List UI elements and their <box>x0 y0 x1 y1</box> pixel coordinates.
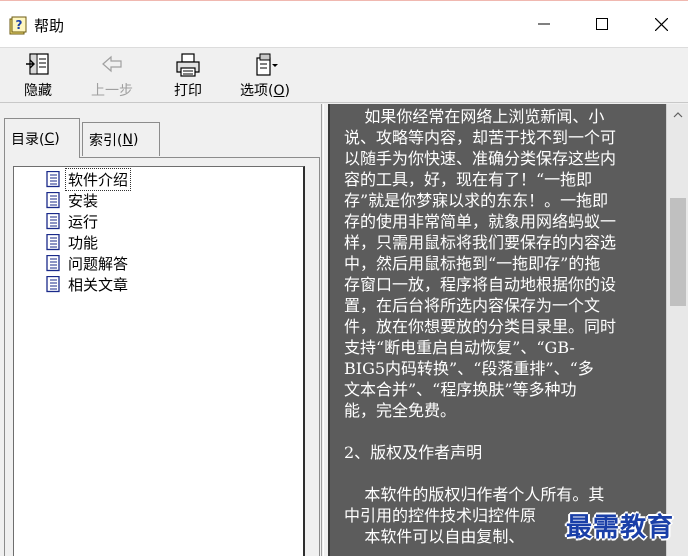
chevron-up-icon <box>673 111 683 117</box>
hide-label-rest: 藏 <box>38 83 52 99</box>
topic-pane: 如果你经常在网络上浏览新闻、小 说、攻略等内容，却苦于找不到一个可 以随手为你快速、… <box>323 104 688 556</box>
tab-strip: 目录(C) 索引(N) <box>4 118 322 158</box>
document-icon <box>46 170 60 187</box>
copyright-heading: 2、版权及作者声明 <box>344 443 483 462</box>
svg-text:?: ? <box>16 18 23 32</box>
document-icon <box>46 191 60 208</box>
toolbar: 隐藏 上一步 打印 选项(O) <box>0 47 688 103</box>
topic-text: 如果你经常在网络上浏览新闻、小 说、攻略等内容，却苦于找不到一个可 以随手为你快速、… <box>344 106 660 547</box>
tree-item[interactable]: 安装 <box>46 190 100 210</box>
options-button[interactable]: 选项(O) <box>232 52 298 102</box>
tab-index-key: N <box>122 131 133 148</box>
maximize-icon <box>596 18 608 30</box>
help-book-icon: ? <box>9 16 27 35</box>
text-line: 存的使用非常简单，就象用网络蚂蚁一 <box>344 212 617 231</box>
document-icon <box>46 275 60 292</box>
hide-button[interactable]: 隐藏 <box>16 52 60 102</box>
text-line: 件，放在你想要放的分类目录里。同时 <box>344 317 617 336</box>
navigation-pane: 目录(C) 索引(N) 软件介绍 安装 运行 功能 问题解答 相关文章 <box>0 104 322 556</box>
tab-contents-end: ) <box>54 130 60 147</box>
tree-item-label: 安装 <box>68 191 99 210</box>
tab-contents[interactable]: 目录(C) <box>4 118 80 158</box>
text-line: BIG5内码转换”、“段落重排”、“多 <box>344 359 594 378</box>
tree-item[interactable]: 运行 <box>46 211 100 231</box>
print-button[interactable]: 打印 <box>166 52 210 102</box>
tree-item[interactable]: 相关文章 <box>46 274 130 294</box>
text-line: 置，在后台将所选内容保存为一个文 <box>344 296 601 315</box>
options-icon <box>256 53 278 76</box>
contents-tree[interactable]: 软件介绍 安装 运行 功能 问题解答 相关文章 <box>13 166 305 556</box>
document-icon <box>46 212 60 229</box>
tab-contents-key: C <box>44 130 55 147</box>
tree-item[interactable]: 软件介绍 <box>46 167 132 191</box>
scroll-up-button[interactable] <box>670 106 686 122</box>
back-button[interactable]: 上一步 <box>84 52 140 102</box>
text-line: 中，然后用鼠标拖到“一拖即存”的拖 <box>344 254 601 273</box>
minimize-button[interactable] <box>521 1 567 47</box>
tree-item[interactable]: 问题解答 <box>46 253 130 273</box>
contents-panel: 软件介绍 安装 运行 功能 问题解答 相关文章 <box>4 157 320 556</box>
tree-item-label: 功能 <box>68 233 99 252</box>
printer-icon <box>176 53 200 77</box>
text-line: 说、攻略等内容，却苦于找不到一个可 <box>344 128 617 147</box>
help-window: ? 帮助 隐藏 上一步 打印 选项(O) 目录(C) 索引(N) 软件介… <box>0 0 688 556</box>
close-icon <box>654 17 668 31</box>
vertical-scrollbar[interactable] <box>666 104 688 556</box>
text-line: 容的工具，好，现在有了！“一拖即 <box>344 170 593 189</box>
tree-item-label: 相关文章 <box>68 275 129 294</box>
print-label: 打印 <box>174 83 202 99</box>
intro-paragraph: 如果你经常在网络上浏览新闻、小 说、攻略等内容，却苦于找不到一个可 以随手为你快速、… <box>344 106 660 421</box>
tree-item[interactable]: 功能 <box>46 232 100 252</box>
hide-label-main: 隐 <box>24 83 38 99</box>
options-label-key: O <box>273 83 285 99</box>
maximize-button[interactable] <box>579 1 625 47</box>
text-line: 能，完全免费。 <box>344 401 457 420</box>
title-bar: ? 帮助 <box>0 1 688 47</box>
text-line: 存”就是你梦寐以求的东东！。一拖即 <box>344 191 609 210</box>
topic-content[interactable]: 如果你经常在网络上浏览新闻、小 说、攻略等内容，却苦于找不到一个可 以随手为你快速、… <box>328 104 666 556</box>
tree-item-label: 软件介绍 <box>64 167 132 191</box>
tab-index-end: ) <box>132 131 139 148</box>
text-line: 样，只需用鼠标将我们要保存的内容选 <box>344 233 617 252</box>
options-label-end: ) <box>284 83 290 99</box>
hide-pane-icon <box>26 53 49 75</box>
minimize-icon <box>538 23 550 25</box>
window-title: 帮助 <box>34 17 65 35</box>
text-line: 存窗口一放，程序将自动地根据你的设 <box>344 275 617 294</box>
watermark-text: 最需教育 <box>566 513 675 543</box>
tree-item-label: 运行 <box>68 212 99 231</box>
back-label: 上一步 <box>91 83 133 99</box>
document-icon <box>46 254 60 271</box>
back-arrow-icon <box>102 55 122 73</box>
text-line: 支持“断电重启自动恢复”、“GB- <box>344 338 575 357</box>
scroll-thumb[interactable] <box>670 198 686 306</box>
text-line: 本软件的版权归作者个人所有。其 <box>344 485 605 504</box>
text-line: 如果你经常在网络上浏览新闻、小 <box>344 107 605 126</box>
tab-index-label: 索引( <box>89 132 123 149</box>
tab-contents-label: 目录( <box>11 131 45 148</box>
tab-index[interactable]: 索引(N) <box>82 122 160 156</box>
tree-item-label: 问题解答 <box>68 254 129 273</box>
close-button[interactable] <box>638 1 684 47</box>
options-label-main: 选项( <box>240 83 274 99</box>
text-line: 文本合并”、“程序换肤”等多种功 <box>344 380 577 399</box>
document-icon <box>46 233 60 250</box>
text-line: 以随手为你快速、准确分类保存这些内 <box>344 149 617 168</box>
